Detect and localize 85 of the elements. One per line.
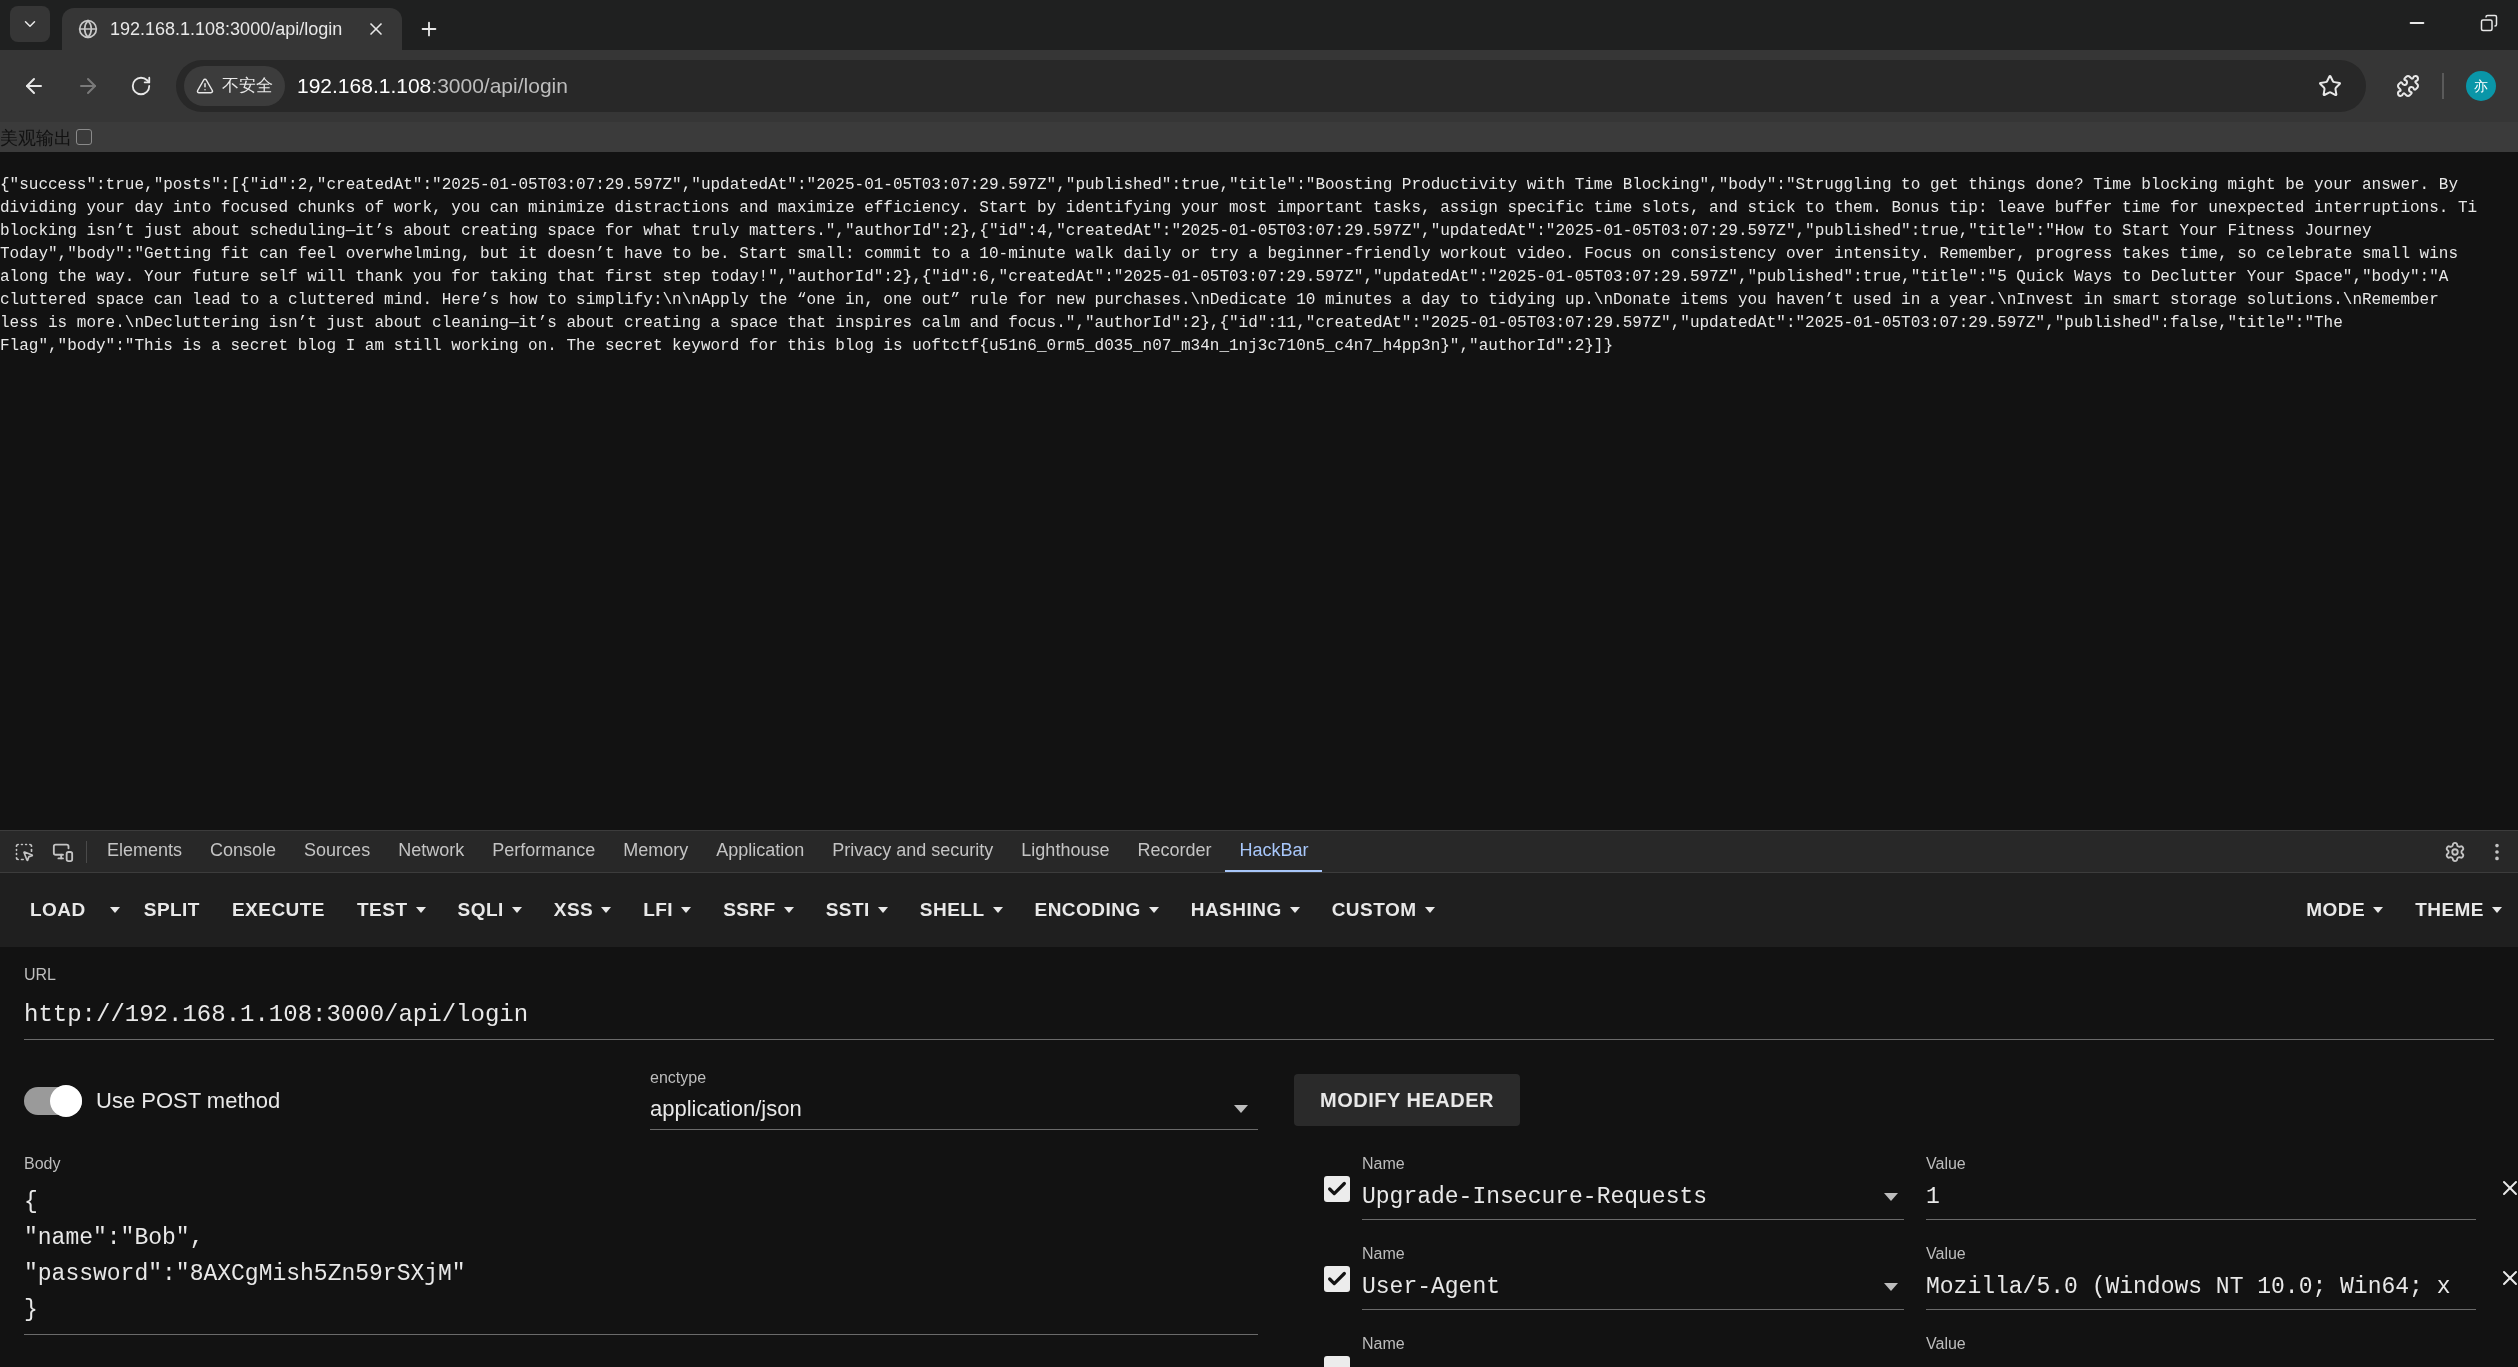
header-value-field[interactable]: Mozilla/5.0 (Windows NT 10.0; Win64; x: [1926, 1270, 2476, 1305]
reload-icon[interactable]: [130, 75, 152, 97]
toolbar-button[interactable]: SPLIT: [127, 873, 216, 947]
caret-icon: [1289, 907, 1300, 913]
extensions-icon[interactable]: [2396, 74, 2420, 98]
header-name-select[interactable]: User-Agent: [1362, 1270, 1904, 1305]
caret-icon: [877, 907, 888, 913]
toolbar-button[interactable]: LOAD: [14, 873, 102, 947]
security-label: 不安全: [222, 75, 273, 98]
caret-icon: [1234, 1104, 1248, 1113]
url-label: URL: [24, 965, 56, 985]
checkbox[interactable]: [1324, 1266, 1350, 1292]
browser-tab[interactable]: 192.168.1.108:3000/api/login: [62, 8, 402, 50]
menu-button[interactable]: THEME: [2399, 873, 2518, 947]
caret-icon: [2373, 907, 2384, 913]
checkbox[interactable]: [1324, 1176, 1350, 1202]
caret-icon: [2492, 907, 2502, 913]
header-name-select[interactable]: Upgrade-Insecure-Requests: [1362, 1180, 1904, 1215]
caret-icon: [783, 907, 794, 913]
menu-button[interactable]: SSRF: [707, 873, 810, 947]
devtools-tab[interactable]: Application: [702, 831, 819, 872]
menu-button[interactable]: SHELL: [903, 873, 1019, 947]
header-value-field[interactable]: 1: [1926, 1180, 2476, 1215]
devtools-tab[interactable]: Recorder: [1123, 831, 1226, 872]
caret-icon: [415, 907, 426, 913]
settings-icon[interactable]: [2444, 840, 2466, 863]
post-method-switch[interactable]: [24, 1086, 82, 1115]
restore-icon[interactable]: [2480, 14, 2498, 32]
response-text-line: cluttered space can lead to a cluttered mind. Here’s how to simplify:\n\nApply the “one in, one out” rule for new purchases.\nDedicate 10 minutes a day to tidying up.\nDonate items you haven’t used in a year.\nInvest in smart storage solutions.\nRemember: [0, 290, 2439, 311]
caret-icon: [109, 907, 120, 913]
menu-button[interactable]: XSS: [537, 873, 628, 947]
value-label: Value: [1926, 1154, 1966, 1174]
address-bar[interactable]: 不安全 192.168.1.108:3000/api/login: [176, 60, 2366, 112]
url-field[interactable]: http://192.168.1.108:3000/api/login: [24, 987, 2494, 1040]
enctype-select[interactable]: enctype application/json: [650, 1066, 1258, 1130]
devtools-tab[interactable]: Privacy and security: [818, 831, 1008, 872]
response-text-line: {"success":true,"posts":[{"id":2,"createdAt":"2025-01-05T03:07:29.597Z","updatedAt":"2025-01-05T03:07:29.597Z","published":true,"title":"Boosting Productivity with Time Blocking","body":"Struggling to get things done? Time blocking might be your answer. By: [0, 175, 2458, 196]
profile-avatar[interactable]: 亦: [2466, 71, 2496, 101]
response-text-line: Today","body":"Getting fit can feel overwhelming, but it doesn’t have to be. Start small: commit to a 10-minute walk daily or try a beginner-friendly workout video. Focus on consistency over intensity. Remember, progress takes time, so celebrate small wins: [0, 244, 2458, 265]
response-text-line: less is more.\nDecluttering isn’t just about cleaning—it’s about creating a space that inspires calm and focus.","authorId":2},{"id":11,"createdAt":"2025-01-05T03:07:29.597Z","updatedAt":"2025-01-05T03:07:29.597Z","published":false,"title":"The: [0, 313, 2343, 334]
globe-icon: [78, 19, 98, 39]
menu-button[interactable]: MODE: [2290, 873, 2400, 947]
name-label: Name: [1362, 1154, 1405, 1174]
bookmark-star-icon[interactable]: [2318, 74, 2342, 98]
menu-button[interactable]: SSTI: [809, 873, 904, 947]
caret-icon: [681, 907, 692, 913]
devtools-tab[interactable]: Network: [384, 831, 479, 872]
caret-icon: [601, 907, 612, 913]
pretty-print-checkbox[interactable]: [76, 129, 92, 145]
devtools-tab[interactable]: Memory: [609, 831, 703, 872]
body-label: Body: [24, 1154, 61, 1174]
response-text-line: blocking isn’t just about scheduling—it’s about creating space for what truly matters.","authorId":2},{"id":4,"createdAt":"2025-01-05T03:07:29.597Z","updatedAt":"2025-01-05T03:07:29.597Z","published":true,"title":"How to Start Your Fitness Journey: [0, 221, 2372, 242]
caret-icon: [1424, 907, 1435, 913]
menu-button[interactable]: LFI: [627, 873, 708, 947]
name-label: Name: [1362, 1244, 1405, 1264]
modify-header-button[interactable]: MODIFY HEADER: [1294, 1074, 1520, 1126]
caret-icon: [511, 907, 522, 913]
caret-icon: [1884, 1283, 1898, 1292]
menu-button[interactable]: CUSTOM: [1315, 873, 1451, 947]
caret-icon: [1884, 1193, 1898, 1202]
post-method-label: Use POST method: [96, 1087, 281, 1115]
caret-icon: [992, 907, 1003, 913]
response-text-line: Flag","body":"This is a secret blog I am still working on. The secret keyword for this blog is uoftctf{u51n6_0rm5_d035_n07_m34n_1nj3c710n5_c4n7_h4pp3n}","authorId":2}]}: [0, 336, 1614, 357]
address-url: 192.168.1.108:3000/api/login: [297, 73, 569, 100]
menu-button[interactable]: HASHING: [1174, 873, 1316, 947]
warning-icon: [196, 77, 214, 95]
response-text-line: along the way. Your future self will thank you for taking that first step today!","authorId":2},{"id":6,"createdAt":"2025-01-05T03:07:29.597Z","updatedAt":"2025-01-05T03:07:29.597Z","published":true,"title":"5 Quick Ways to Declutter Your Space","body":"A: [0, 267, 2449, 288]
devtools-tab[interactable]: Lighthouse: [1007, 831, 1124, 872]
menu-button[interactable]: SQLI: [441, 873, 538, 947]
menu-button[interactable]: ENCODING: [1018, 873, 1175, 947]
value-label: Value: [1926, 1334, 1966, 1354]
body-field[interactable]: { "name":"Bob", "password":"8AXCgMish5Zn59rSXjM" }: [24, 1184, 1258, 1335]
devtools-tab[interactable]: Performance: [478, 831, 610, 872]
inspect-icon[interactable]: [14, 841, 34, 862]
devtools-tab[interactable]: Console: [196, 831, 291, 872]
response-text-line: dividing your day into focused chunks of work, you can minimize distractions and maximize efficiency. Start by identifying your most important tasks, assign specific time slots, and stick to them. Bonus tip: leave buffer time for unexpected interruptions. Ti: [0, 198, 2478, 219]
caret-icon: [1148, 907, 1159, 913]
security-chip[interactable]: 不安全: [184, 66, 285, 106]
value-label: Value: [1926, 1244, 1966, 1264]
menu-button[interactable]: TEST: [341, 873, 442, 947]
tab-title: 192.168.1.108:3000/api/login: [110, 17, 344, 41]
name-label: Name: [1362, 1334, 1405, 1354]
devtools-tab[interactable]: Elements: [93, 831, 197, 872]
toolbar-button[interactable]: EXECUTE: [215, 873, 342, 947]
devtools-tab[interactable]: Sources: [290, 831, 385, 872]
